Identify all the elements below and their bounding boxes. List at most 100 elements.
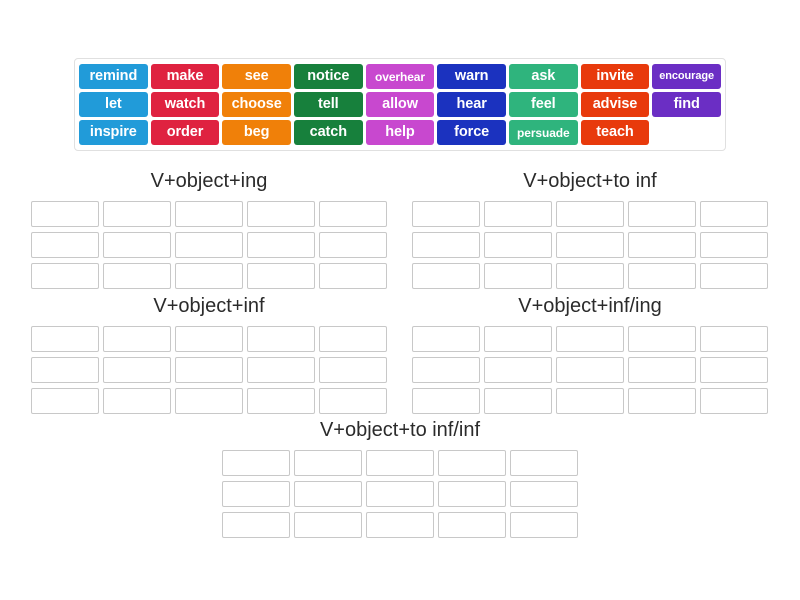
word-tile[interactable]: overhear [365,64,435,89]
drop-slot[interactable] [412,388,480,414]
drop-slot[interactable] [510,450,578,476]
drop-slot[interactable] [412,357,480,383]
drop-slot[interactable] [175,388,243,414]
word-tile[interactable]: teach [580,120,650,145]
word-tile[interactable]: force [437,120,506,145]
word-tile[interactable]: inspire [79,120,148,145]
drop-slot[interactable] [510,512,578,538]
drop-slot[interactable] [222,512,290,538]
word-tile[interactable]: make [150,64,220,89]
drop-slot[interactable] [556,201,624,227]
drop-slot[interactable] [438,450,506,476]
drop-slot[interactable] [247,201,315,227]
drop-slot[interactable] [103,263,171,289]
word-tile[interactable]: feel [508,92,578,117]
drop-slot[interactable] [438,481,506,507]
drop-slot[interactable] [319,388,387,414]
drop-slot[interactable] [484,357,552,383]
drop-slot[interactable] [31,263,99,289]
drop-slot[interactable] [247,326,315,352]
drop-slot[interactable] [700,326,768,352]
drop-slot[interactable] [700,263,768,289]
drop-slot[interactable] [247,357,315,383]
drop-slot[interactable] [556,388,624,414]
drop-slot[interactable] [556,357,624,383]
drop-slot[interactable] [294,512,362,538]
drop-slot[interactable] [247,263,315,289]
word-tile[interactable]: tell [293,92,363,117]
drop-slot[interactable] [294,481,362,507]
drop-slot[interactable] [103,326,171,352]
word-tile[interactable]: ask [508,64,578,89]
word-tile[interactable]: beg [222,120,291,145]
drop-slot[interactable] [222,481,290,507]
word-tile[interactable]: help [365,120,435,145]
word-tile[interactable]: invite [580,64,650,89]
drop-slot[interactable] [700,201,768,227]
word-tile[interactable]: order [150,120,220,145]
drop-slot[interactable] [628,326,696,352]
drop-slot[interactable] [222,450,290,476]
drop-slot[interactable] [247,388,315,414]
drop-slot[interactable] [412,201,480,227]
drop-slot[interactable] [556,263,624,289]
drop-slot[interactable] [175,232,243,258]
drop-slot[interactable] [294,450,362,476]
drop-slot[interactable] [31,232,99,258]
drop-slot[interactable] [175,263,243,289]
drop-slot[interactable] [484,326,552,352]
drop-slot[interactable] [366,481,434,507]
drop-slot[interactable] [628,263,696,289]
drop-slot[interactable] [366,512,434,538]
word-tile[interactable]: warn [437,64,506,89]
drop-slot[interactable] [319,357,387,383]
word-tile[interactable]: catch [293,120,363,145]
drop-slot[interactable] [247,232,315,258]
drop-slot[interactable] [103,232,171,258]
drop-slot[interactable] [319,201,387,227]
word-tile[interactable]: persuade [508,120,578,145]
drop-slot[interactable] [175,201,243,227]
word-tile[interactable]: watch [150,92,220,117]
word-tile[interactable]: advise [580,92,650,117]
drop-slot[interactable] [31,326,99,352]
word-tile[interactable]: see [222,64,291,89]
word-tile[interactable]: allow [365,92,435,117]
drop-slot[interactable] [31,201,99,227]
word-tile[interactable]: notice [293,64,363,89]
drop-slot[interactable] [700,388,768,414]
drop-slot[interactable] [556,326,624,352]
drop-slot[interactable] [700,357,768,383]
drop-slot[interactable] [103,388,171,414]
drop-slot[interactable] [175,326,243,352]
drop-slot[interactable] [556,232,624,258]
drop-slot[interactable] [700,232,768,258]
drop-slot[interactable] [103,201,171,227]
word-tile[interactable]: find [652,92,721,117]
drop-slot[interactable] [319,263,387,289]
drop-slot[interactable] [319,326,387,352]
drop-slot[interactable] [319,232,387,258]
drop-slot[interactable] [366,450,434,476]
drop-slot[interactable] [628,201,696,227]
drop-slot[interactable] [412,263,480,289]
drop-slot[interactable] [628,357,696,383]
drop-slot[interactable] [484,388,552,414]
word-tile[interactable]: encourage [652,64,721,89]
word-tile[interactable]: hear [437,92,506,117]
drop-slot[interactable] [484,263,552,289]
drop-slot[interactable] [484,232,552,258]
drop-slot[interactable] [628,388,696,414]
drop-slot[interactable] [103,357,171,383]
drop-slot[interactable] [31,388,99,414]
drop-slot[interactable] [628,232,696,258]
word-tile[interactable]: choose [222,92,291,117]
drop-slot[interactable] [31,357,99,383]
drop-slot[interactable] [510,481,578,507]
drop-slot[interactable] [175,357,243,383]
word-tile[interactable]: let [79,92,148,117]
word-tile[interactable]: remind [79,64,148,89]
drop-slot[interactable] [438,512,506,538]
drop-slot[interactable] [412,326,480,352]
drop-slot[interactable] [412,232,480,258]
